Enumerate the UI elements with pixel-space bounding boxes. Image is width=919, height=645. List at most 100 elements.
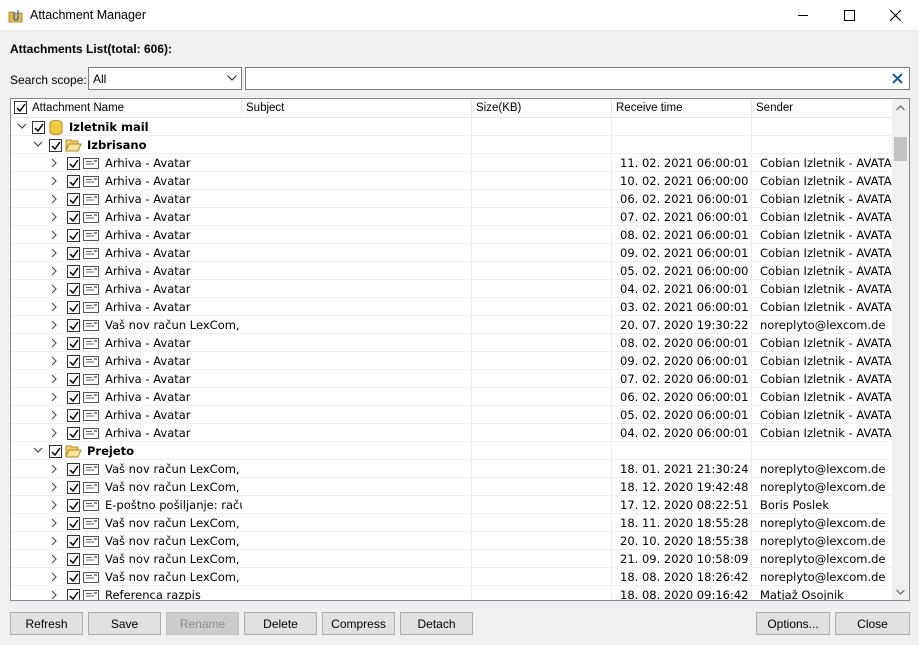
table-row[interactable]: Arhiva - Avatar 07. 02. 2021 06:00:01 Cobi… <box>11 208 892 226</box>
checkbox[interactable] <box>67 499 80 512</box>
chevron-right-icon[interactable] <box>51 230 58 240</box>
chevron-right-icon[interactable] <box>51 158 58 168</box>
column-header-sender[interactable]: Sender <box>752 99 892 118</box>
select-all-checkbox[interactable] <box>14 101 27 114</box>
table-row[interactable]: Arhiva - Avatar 03. 02. 2021 06:00:01 Cobi… <box>11 298 892 316</box>
tree-node-folder-prejeto[interactable]: Prejeto <box>11 442 892 460</box>
table-row[interactable]: Arhiva - Avatar 10. 02. 2021 06:00:00 Cobi… <box>11 172 892 190</box>
checkbox[interactable] <box>67 481 80 494</box>
chevron-down-icon[interactable] <box>33 447 43 454</box>
table-row[interactable]: Arhiva - Avatar 04. 02. 2021 06:00:01 Cobi… <box>11 280 892 298</box>
chevron-right-icon[interactable] <box>51 176 58 186</box>
chevron-right-icon[interactable] <box>51 302 58 312</box>
chevron-right-icon[interactable] <box>51 212 58 222</box>
chevron-down-icon[interactable] <box>17 123 27 130</box>
delete-button[interactable]: Delete <box>244 612 317 635</box>
column-header-size[interactable]: Size(KB) <box>472 99 612 118</box>
chevron-right-icon[interactable] <box>51 194 58 204</box>
checkbox[interactable] <box>49 139 62 152</box>
column-header-subject[interactable]: Subject <box>242 99 472 118</box>
checkbox[interactable] <box>67 553 80 566</box>
chevron-right-icon[interactable] <box>51 482 58 492</box>
table-row[interactable]: Arhiva - Avatar 06. 02. 2021 06:00:01 Cobi… <box>11 190 892 208</box>
attachments-tree-grid[interactable]: Attachment Name Subject Size(KB) Receive… <box>10 98 910 601</box>
scroll-down-button[interactable] <box>892 583 909 600</box>
table-row[interactable]: Arhiva - Avatar 08. 02. 2021 06:00:01 Cobi… <box>11 226 892 244</box>
scrollbar-thumb[interactable] <box>894 137 907 161</box>
chevron-right-icon[interactable] <box>51 356 58 366</box>
options-button[interactable]: Options... <box>756 612 830 635</box>
maximize-button[interactable] <box>827 0 873 31</box>
table-row[interactable]: Arhiva - Avatar 04. 02. 2020 06:00:01 Cobi… <box>11 424 892 442</box>
checkbox[interactable] <box>67 211 80 224</box>
table-row[interactable]: Vaš nov račun LexCom, ID 18. 11. 2020 18:… <box>11 514 892 532</box>
minimize-button[interactable] <box>781 0 827 31</box>
chevron-right-icon[interactable] <box>51 428 58 438</box>
search-scope-select[interactable]: All <box>88 67 242 90</box>
checkbox[interactable] <box>67 409 80 422</box>
checkbox[interactable] <box>67 517 80 530</box>
chevron-right-icon[interactable] <box>51 374 58 384</box>
table-row[interactable]: Vaš nov račun LexCom, ID 20. 10. 2020 18:… <box>11 532 892 550</box>
detach-button[interactable]: Detach <box>400 612 473 635</box>
refresh-button[interactable]: Refresh <box>10 612 83 635</box>
chevron-right-icon[interactable] <box>51 266 58 276</box>
chevron-down-icon[interactable] <box>33 141 43 148</box>
checkbox[interactable] <box>67 589 80 600</box>
checkbox[interactable] <box>67 265 80 278</box>
checkbox[interactable] <box>67 535 80 548</box>
compress-button[interactable]: Compress <box>322 612 395 635</box>
close-window-button[interactable] <box>873 0 919 31</box>
checkbox[interactable] <box>67 301 80 314</box>
chevron-right-icon[interactable] <box>51 284 58 294</box>
save-button[interactable]: Save <box>88 612 161 635</box>
chevron-right-icon[interactable] <box>51 410 58 420</box>
rename-button[interactable]: Rename <box>166 612 239 635</box>
search-input[interactable] <box>245 67 910 90</box>
table-row[interactable]: Vaš nov račun LexCom, ID 18. 08. 2020 18:… <box>11 568 892 586</box>
chevron-right-icon[interactable] <box>51 392 58 402</box>
table-row[interactable]: Arhiva - Avatar 07. 02. 2020 06:00:01 Cobi… <box>11 370 892 388</box>
chevron-right-icon[interactable] <box>51 500 58 510</box>
column-header-receive-time[interactable]: Receive time <box>612 99 752 118</box>
column-header-attachment-name[interactable]: Attachment Name <box>11 99 242 118</box>
checkbox[interactable] <box>67 193 80 206</box>
checkbox[interactable] <box>67 463 80 476</box>
close-button[interactable]: Close <box>835 612 910 635</box>
checkbox[interactable] <box>67 355 80 368</box>
chevron-right-icon[interactable] <box>51 518 58 528</box>
chevron-right-icon[interactable] <box>51 554 58 564</box>
table-row[interactable]: Vaš nov račun LexCom, ID 20. 07. 2020 19:… <box>11 316 892 334</box>
table-row[interactable]: Referenca razpis 18. 08. 2020 09:16:42 Mat… <box>11 586 892 600</box>
vertical-scrollbar[interactable] <box>892 99 909 600</box>
checkbox[interactable] <box>67 319 80 332</box>
chevron-right-icon[interactable] <box>51 338 58 348</box>
checkbox[interactable] <box>67 427 80 440</box>
chevron-right-icon[interactable] <box>51 536 58 546</box>
tree-node-root[interactable]: Izletnik mail <box>11 118 892 136</box>
table-row[interactable]: Arhiva - Avatar 09. 02. 2021 06:00:01 Cobi… <box>11 244 892 262</box>
checkbox[interactable] <box>49 445 62 458</box>
checkbox[interactable] <box>67 247 80 260</box>
table-row[interactable]: Arhiva - Avatar 05. 02. 2021 06:00:00 Cobi… <box>11 262 892 280</box>
chevron-right-icon[interactable] <box>51 248 58 258</box>
table-row[interactable]: Vaš nov račun LexCom, ID 18. 01. 2021 21:… <box>11 460 892 478</box>
checkbox[interactable] <box>67 157 80 170</box>
chevron-right-icon[interactable] <box>51 572 58 582</box>
table-row[interactable]: Arhiva - Avatar 06. 02. 2020 06:00:01 Cobi… <box>11 388 892 406</box>
table-row[interactable]: Vaš nov račun LexCom, ID 21. 09. 2020 10:… <box>11 550 892 568</box>
chevron-right-icon[interactable] <box>51 320 58 330</box>
checkbox[interactable] <box>67 571 80 584</box>
table-row[interactable]: Arhiva - Avatar 08. 02. 2020 06:00:01 Cobi… <box>11 334 892 352</box>
table-row[interactable]: E-poštno pošiljanje: raču 17. 12. 2020 08… <box>11 496 892 514</box>
table-row[interactable]: Vaš nov račun LexCom, ID 18. 12. 2020 19:… <box>11 478 892 496</box>
checkbox[interactable] <box>67 391 80 404</box>
checkbox[interactable] <box>67 229 80 242</box>
table-row[interactable]: Arhiva - Avatar 11. 02. 2021 06:00:01 Cobi… <box>11 154 892 172</box>
tree-node-folder-izbrisano[interactable]: Izbrisano <box>11 136 892 154</box>
checkbox[interactable] <box>67 373 80 386</box>
table-row[interactable]: Arhiva - Avatar 09. 02. 2020 06:00:01 Cobi… <box>11 352 892 370</box>
scroll-up-button[interactable] <box>892 99 909 116</box>
checkbox[interactable] <box>67 175 80 188</box>
checkbox[interactable] <box>67 283 80 296</box>
